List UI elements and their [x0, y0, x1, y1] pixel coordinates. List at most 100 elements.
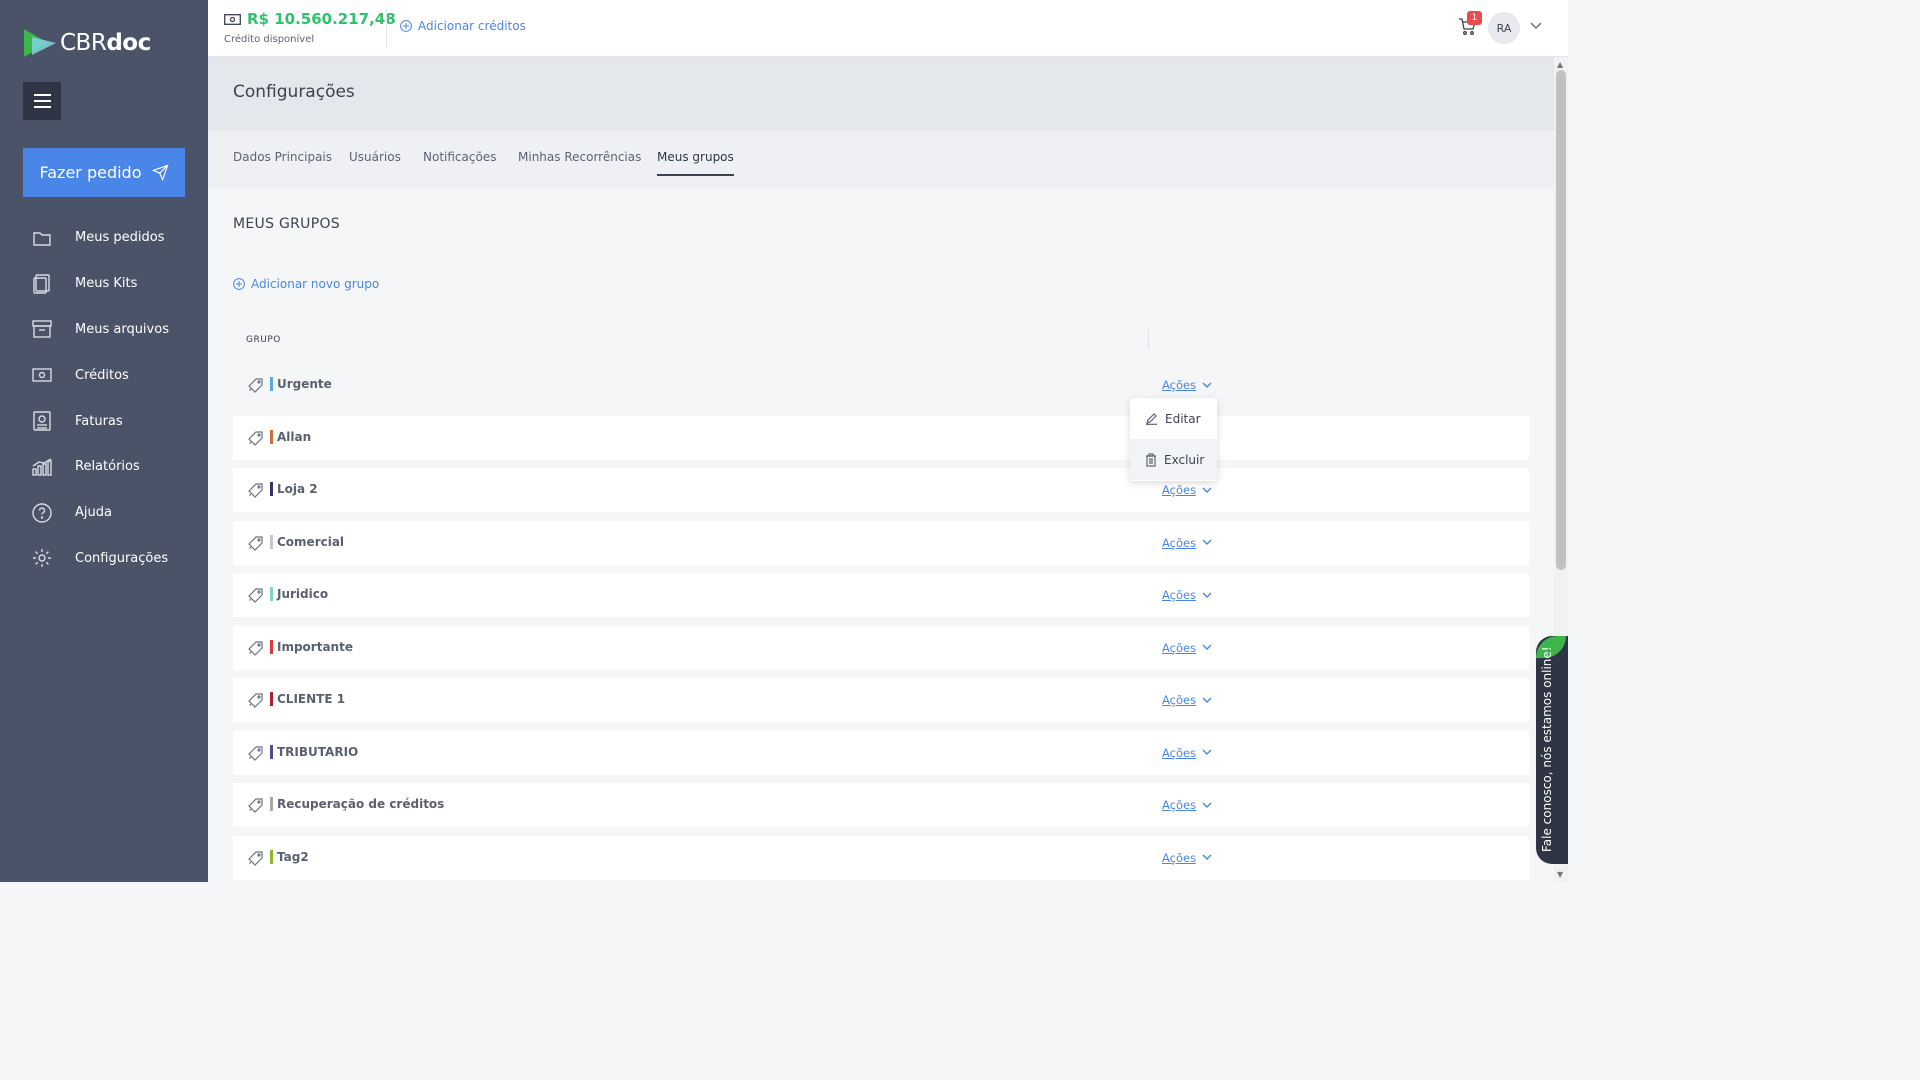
actions-label: Ações: [1162, 378, 1197, 392]
chevron-down-icon: [1202, 592, 1212, 598]
chevron-down-icon[interactable]: [1530, 22, 1542, 30]
scroll-up-arrow[interactable]: ▲: [1557, 60, 1563, 69]
actions-label: Ações: [1162, 745, 1197, 760]
tag-icon: [248, 798, 263, 813]
column-separator: [1148, 329, 1149, 349]
tab-usuarios[interactable]: Usuários: [349, 150, 401, 174]
actions-dropdown-toggle[interactable]: Ações: [1162, 693, 1212, 707]
chevron-down-icon: [1202, 487, 1212, 493]
group-color-bar: [270, 377, 273, 391]
group-name: Tag2: [277, 849, 309, 864]
actions-dropdown-toggle[interactable]: Ações: [1162, 746, 1212, 760]
group-color-bar: [270, 482, 273, 496]
tabs-bar: Dados Principais Usuários Notificações M…: [208, 129, 1554, 189]
actions-dropdown-toggle[interactable]: Ações: [1162, 536, 1212, 550]
kit-icon: [33, 273, 50, 294]
sidebar-item-configuracoes[interactable]: Configurações: [0, 536, 208, 582]
group-color-bar: [270, 587, 273, 601]
gear-icon: [33, 549, 51, 568]
menu-toggle-button[interactable]: [23, 82, 61, 120]
actions-label: Ações: [1162, 798, 1197, 812]
edit-label: Editar: [1165, 411, 1201, 426]
tag-icon: [248, 535, 263, 551]
page-title: Configurações: [233, 82, 355, 102]
groups-table: Urgente Ações Allan Loja 2 Ações Comerci…: [233, 363, 1529, 888]
credit-balance: R$ 10.560.217,48 Crédito disponível: [224, 10, 396, 45]
group-name: Loja 2: [277, 482, 318, 496]
actions-dropdown-toggle[interactable]: Ações: [1162, 588, 1212, 602]
add-credits-label: Adicionar créditos: [418, 19, 526, 33]
group-color-bar: [270, 849, 273, 864]
table-row: Comercial Ações: [233, 520, 1529, 565]
table-row: Tag2 Ações: [233, 835, 1529, 880]
folder-icon: [33, 232, 51, 246]
chevron-down-icon: [1202, 382, 1212, 388]
group-color-bar: [270, 692, 273, 706]
add-credits-link[interactable]: Adicionar créditos: [400, 19, 526, 33]
actions-dropdown-toggle[interactable]: Ações: [1162, 851, 1212, 865]
page-header: Configurações: [208, 57, 1554, 129]
sidebar-item-creditos[interactable]: Créditos: [0, 352, 208, 398]
sidebar-item-label: Meus Kits: [75, 276, 138, 292]
make-order-label: Fazer pedido: [39, 163, 142, 182]
tab-dados-principais[interactable]: Dados Principais: [233, 150, 332, 174]
invoice-icon: [33, 411, 51, 431]
tag-icon: [248, 430, 263, 446]
trash-icon: [1146, 452, 1156, 467]
section-title: MEUS GRUPOS: [233, 216, 340, 232]
table-row: Urgente Ações: [233, 363, 1529, 407]
sidebar-item-label: Faturas: [75, 413, 123, 429]
edit-menu-item[interactable]: Editar: [1130, 398, 1217, 439]
table-row: Recuperação de créditos Ações: [233, 783, 1529, 827]
logo[interactable]: CBRdoc: [22, 22, 151, 64]
sidebar-item-relatorios[interactable]: Relatórios: [0, 444, 208, 490]
help-icon: [32, 502, 52, 523]
sidebar-item-faturas[interactable]: Faturas: [0, 398, 208, 444]
actions-dropdown-toggle[interactable]: Ações: [1162, 378, 1212, 392]
sidebar-item-meus-pedidos[interactable]: Meus pedidos: [0, 215, 208, 261]
sidebar-item-meus-kits[interactable]: Meus Kits: [0, 261, 208, 307]
sidebar-item-label: Relatórios: [75, 459, 140, 475]
avatar[interactable]: RA: [1488, 12, 1520, 44]
tab-minhas-recorrencias[interactable]: Minhas Recorrências: [518, 150, 641, 174]
add-group-link[interactable]: Adicionar novo grupo: [233, 277, 379, 291]
sidebar-item-label: Configurações: [75, 550, 169, 566]
tag-icon: [248, 378, 263, 393]
tab-meus-grupos[interactable]: Meus grupos: [657, 150, 734, 176]
group-color-bar: [270, 639, 273, 654]
group-name: Importante: [277, 639, 353, 654]
logo-leaf-icon: [24, 29, 56, 57]
delete-label: Excluir: [1164, 452, 1205, 467]
group-color-bar: [270, 429, 273, 444]
actions-dropdown: Editar Excluir: [1130, 398, 1217, 481]
logo-text: CBRdoc: [60, 30, 151, 56]
chevron-down-icon: [1202, 749, 1212, 755]
sidebar-item-meus-arquivos[interactable]: Meus arquivos: [0, 307, 208, 353]
actions-label: Ações: [1162, 850, 1197, 865]
chevron-down-icon: [1202, 644, 1212, 650]
actions-dropdown-toggle[interactable]: Ações: [1162, 483, 1212, 497]
actions-dropdown-toggle[interactable]: Ações: [1162, 798, 1212, 812]
actions-label: Ações: [1162, 588, 1197, 602]
groups-content: MEUS GRUPOS Adicionar novo grupo GRUPO U…: [208, 189, 1554, 882]
tab-notificacoes[interactable]: Notificações: [423, 150, 496, 174]
scrollbar-thumb[interactable]: [1556, 70, 1566, 570]
group-color-bar: [270, 744, 273, 759]
sidebar: CBRdoc Fazer pedido Meus pedidos Meus Ki…: [0, 0, 208, 882]
chevron-down-icon: [1202, 539, 1212, 545]
actions-dropdown-toggle[interactable]: Ações: [1162, 641, 1212, 655]
top-bar: R$ 10.560.217,48 Crédito disponível Adic…: [208, 0, 1568, 57]
group-name: Allan: [277, 429, 312, 444]
scroll-down-arrow[interactable]: ▼: [1557, 870, 1563, 879]
make-order-button[interactable]: Fazer pedido: [23, 148, 185, 197]
chart-icon: [32, 458, 52, 476]
group-name: Recuperação de créditos: [277, 797, 445, 811]
plus-circle-icon: [233, 278, 245, 290]
sidebar-item-ajuda[interactable]: Ajuda: [0, 490, 208, 536]
actions-label: Ações: [1162, 483, 1197, 497]
delete-menu-item[interactable]: Excluir: [1130, 439, 1217, 480]
table-row: Importante Ações: [233, 625, 1529, 670]
divider: [386, 8, 387, 48]
send-icon: [151, 164, 169, 181]
table-row: Juridico Ações: [233, 573, 1529, 617]
